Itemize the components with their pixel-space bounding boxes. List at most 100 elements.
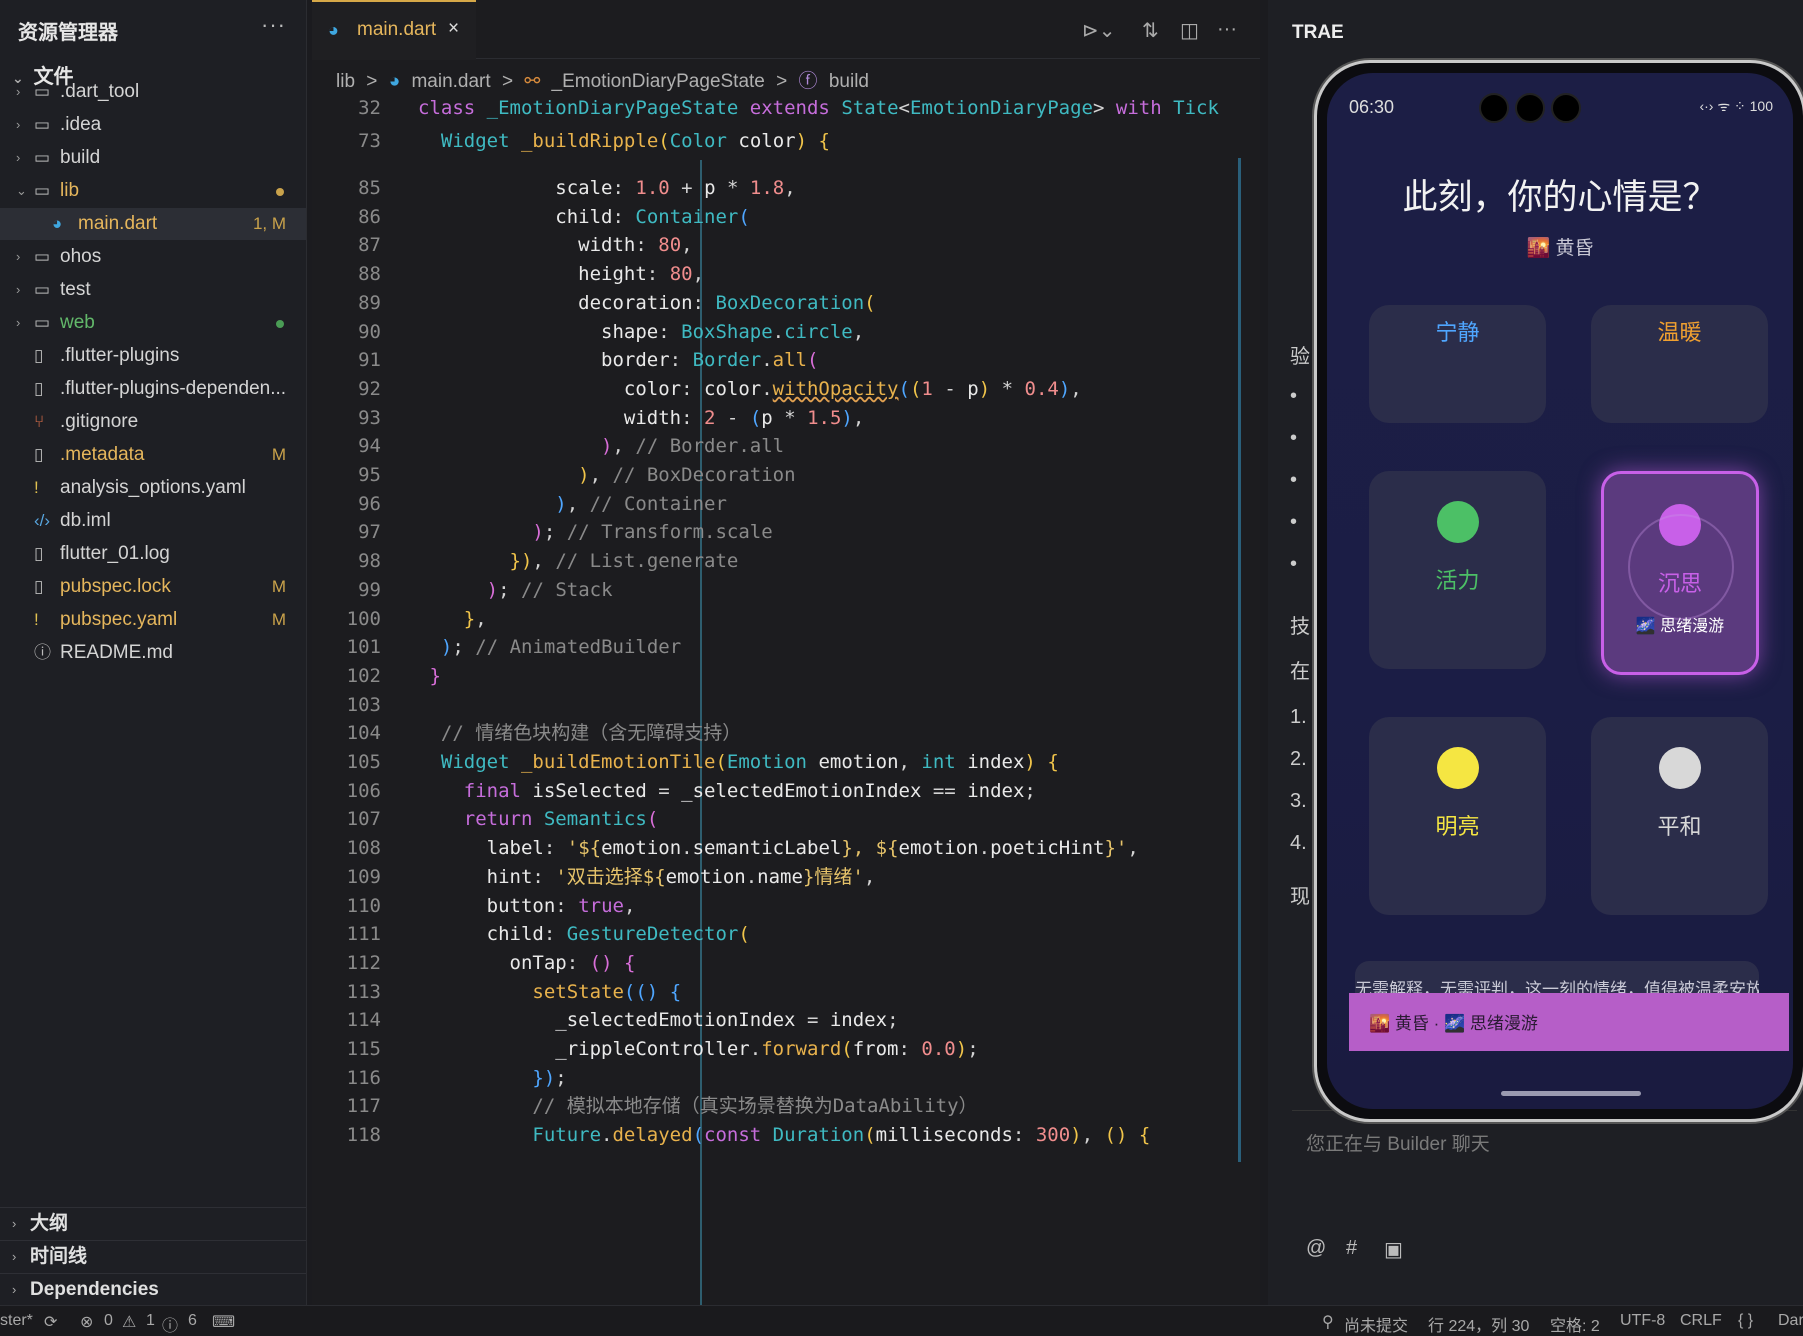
emotion-tile[interactable]: 温暖 [1591, 305, 1768, 423]
emotion-tile[interactable]: 宁静 [1369, 305, 1546, 423]
tree-item[interactable]: › ▭ ohos [0, 241, 306, 273]
mention-icon[interactable]: @ [1306, 1237, 1326, 1260]
git-branch[interactable]: ster* [0, 1312, 33, 1330]
tree-item[interactable]: ⑂ .gitignore [0, 406, 306, 438]
emotion-tile[interactable]: 活力 [1369, 471, 1546, 669]
sticky-scroll-line[interactable]: 73 Widget _buildRipple(Color color) { [312, 125, 1260, 158]
indent-setting[interactable]: 空格: 2 [1550, 1312, 1600, 1336]
line-endings[interactable]: CRLF [1680, 1312, 1722, 1330]
emotion-tile[interactable]: 平和 [1591, 717, 1768, 915]
tree-item[interactable]: › ▭ test [0, 274, 306, 306]
folder-icon: ▭ [34, 280, 51, 299]
poetic-hint: 🌌 思绪漫游 [1635, 618, 1725, 635]
image-icon[interactable]: ▣ [1384, 1237, 1403, 1262]
tree-item[interactable]: ! analysis_options.yaml [0, 472, 306, 504]
git-status-badge: M [271, 445, 286, 464]
emotion-color-dot [1437, 501, 1479, 543]
tree-item[interactable]: ▯ flutter_01.log [0, 538, 306, 570]
chevron-right-icon: › [16, 282, 21, 297]
breadcrumb-item[interactable]: _EmotionDiaryPageState [552, 71, 765, 92]
emotion-name: 平和 [1657, 814, 1702, 839]
emotion-tile[interactable]: 沉思 🌌 思绪漫游 [1601, 471, 1759, 675]
line-number: 32 [358, 97, 381, 119]
more-actions-icon[interactable]: ··· [1217, 18, 1237, 41]
xml-icon: ‹/› [34, 511, 51, 530]
tree-item[interactable]: ⓘ README.md [0, 637, 306, 669]
tree-item-label: ohos [60, 246, 102, 267]
file-icon: ▯ [34, 379, 44, 398]
tree-item-label: README.md [60, 642, 173, 663]
tree-item[interactable]: › ▭ web [0, 307, 306, 339]
explorer-title: 资源管理器 [18, 22, 118, 44]
tree-item[interactable]: ▯ pubspec.lock M [0, 571, 306, 603]
tab-main-dart[interactable]: ◕ main.dart × [312, 0, 476, 60]
tree-item[interactable]: ▯ .metadata M [0, 439, 306, 471]
tree-item[interactable]: ▯ .flutter-plugins [0, 340, 306, 372]
tree-item[interactable]: ‹/› db.iml [0, 505, 306, 537]
chat-text-fragment: 技 [1290, 616, 1310, 638]
info-icon: ⓘ [34, 643, 51, 662]
line-number: 118 [346, 1124, 381, 1147]
camera-icon [1515, 93, 1545, 123]
emotion-name: 明亮 [1435, 814, 1480, 839]
split-editor-icon[interactable]: ◫ [1180, 18, 1199, 43]
keyboard-icon[interactable]: ⌨ [212, 1312, 235, 1332]
tab-label: main.dart [357, 19, 437, 40]
warning-icon[interactable]: ⚠ [122, 1312, 136, 1332]
tree-item-label: test [60, 279, 91, 300]
tree-item-label: pubspec.yaml [60, 609, 178, 630]
section-dependencies[interactable]: › Dependencies [0, 1273, 306, 1306]
encoding[interactable]: UTF-8 [1620, 1312, 1665, 1330]
chat-text-fragment: 3. [1290, 790, 1307, 812]
chat-input[interactable]: 您正在与 Builder 聊天 @ # ▣ [1292, 1110, 1797, 1281]
error-icon[interactable]: ⊗ [80, 1312, 93, 1332]
code-line[interactable]: 118 Future.delayed(const Duration(millis… [312, 1119, 1260, 1152]
chat-text-fragment: • [1290, 511, 1298, 533]
tree-item[interactable]: ! pubspec.yaml M [0, 604, 306, 636]
section-outline[interactable]: › 大纲 [0, 1207, 306, 1240]
chat-text-fragment: • [1290, 427, 1298, 449]
tree-item-label: analysis_options.yaml [60, 477, 246, 498]
chevron-down-icon: ⌄ [16, 183, 27, 198]
explorer-panel: 资源管理器 ··· ⌄ 文件 › ▭ .dart_tool › ▭ .idea › ▭ buil… [0, 0, 307, 1305]
chevron-right-icon: › [16, 84, 21, 99]
sticky-scroll-line[interactable]: 32 class _EmotionDiaryPageState extends S… [312, 92, 1260, 125]
breadcrumb-item[interactable]: build [829, 71, 869, 92]
hash-icon[interactable]: # [1346, 1237, 1357, 1260]
section-dependencies-label: Dependencies [30, 1279, 159, 1300]
tree-item[interactable]: › ▭ .dart_tool [0, 76, 306, 108]
tab-close-button[interactable]: × [448, 18, 459, 40]
info-icon[interactable]: ⓘ [162, 1312, 178, 1336]
compare-changes-icon[interactable]: ⇅ [1142, 18, 1159, 43]
tree-item-label: build [60, 147, 101, 168]
dart-file-icon: ◕ [388, 71, 401, 92]
editor-scrollbar[interactable] [1238, 92, 1241, 1162]
explorer-more-button[interactable]: ··· [261, 12, 286, 38]
emotion-tile[interactable]: 明亮 [1369, 717, 1546, 915]
folder-icon: ▭ [34, 247, 51, 266]
tree-item[interactable]: ⌄ ▭ lib [0, 175, 306, 207]
error-count-label: 0 [104, 1312, 113, 1329]
tree-item[interactable]: ▯ .flutter-plugins-dependen... [0, 373, 306, 405]
sync-icon[interactable]: ⟳ [44, 1312, 57, 1332]
section-timeline[interactable]: › 时间线 [0, 1240, 306, 1273]
tab-bar: ◕ main.dart × ⊳⌄ ⇅ ◫ ··· [312, 0, 1260, 60]
breadcrumb-separator: > [776, 71, 788, 92]
tree-item-label: .flutter-plugins-dependen... [60, 378, 287, 399]
tree-item[interactable]: ◕ main.dart 1, M [0, 208, 306, 240]
code-text: class _EmotionDiaryPageState extends Sta… [418, 97, 1219, 119]
section-timeline-label: 时间线 [30, 1246, 88, 1267]
commit-status[interactable]: 尚未提交 [1344, 1312, 1408, 1336]
language-mode[interactable]: Dar [1778, 1312, 1803, 1330]
chevron-right-icon: › [16, 117, 21, 132]
camera-icon [1479, 93, 1509, 123]
tree-item[interactable]: › ▭ build [0, 142, 306, 174]
yaml-icon: ! [34, 610, 39, 629]
home-indicator[interactable] [1501, 1091, 1641, 1096]
run-icon[interactable]: ⊳⌄ [1082, 18, 1116, 43]
cursor-position[interactable]: 行 224，列 30 [1428, 1312, 1529, 1336]
breadcrumb-item[interactable]: main.dart [411, 71, 490, 92]
format-braces[interactable]: { } [1738, 1312, 1753, 1330]
tree-item[interactable]: › ▭ .idea [0, 109, 306, 141]
breadcrumb-item[interactable]: lib [336, 71, 355, 92]
